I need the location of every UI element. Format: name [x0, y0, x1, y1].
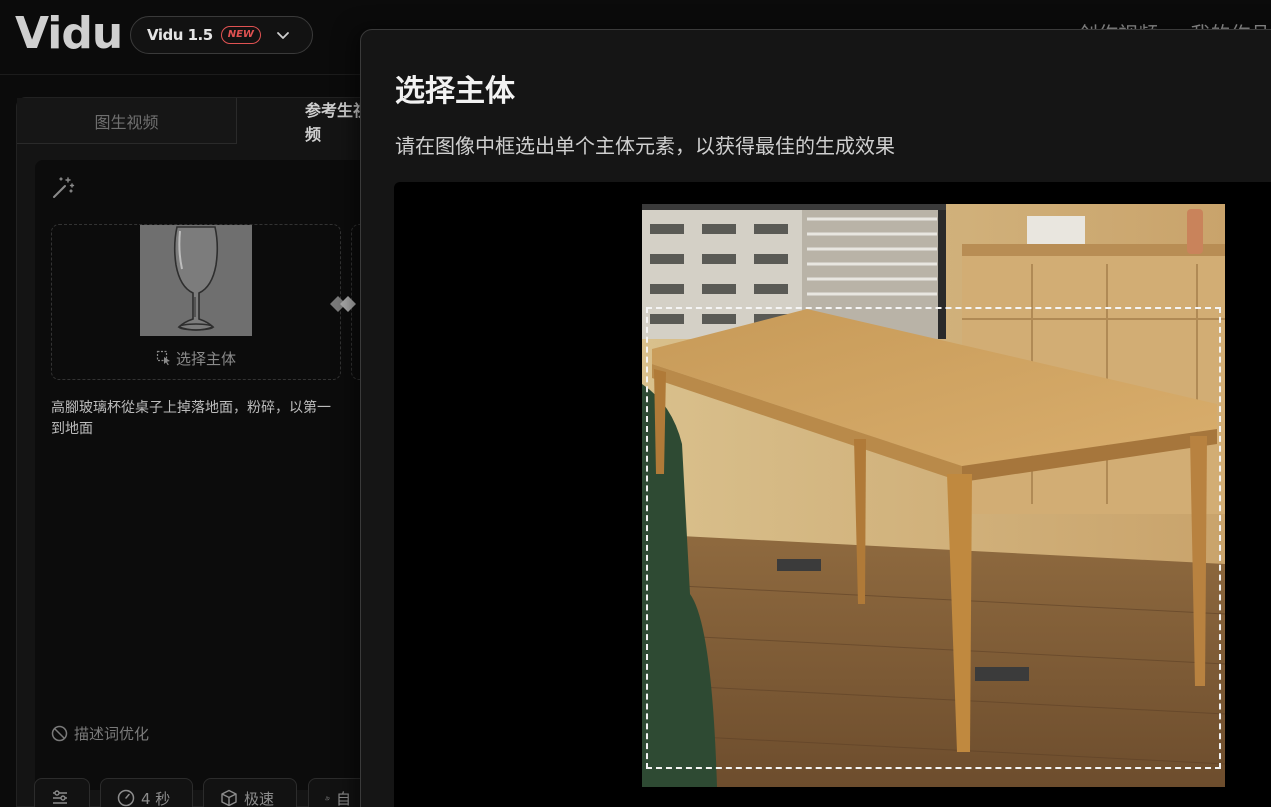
tab-image-to-video[interactable]: 图生视频	[17, 98, 237, 144]
ban-icon	[51, 725, 68, 742]
settings-icon	[53, 790, 67, 804]
style-label: 自	[335, 789, 351, 807]
clock-icon	[117, 789, 135, 807]
select-subject-icon	[156, 350, 170, 366]
prompt-text[interactable]: 高腳玻璃杯從桌子上掉落地面，粉碎，以第一 到地面	[51, 398, 381, 440]
prompt-optimize-label: 描述词优化	[74, 725, 150, 743]
settings-button[interactable]	[34, 778, 90, 807]
generation-panel: 图生视频 参考生视频 选择主体 高腳玻璃杯從桌子上掉落地面，粉碎，以第一 到地面…	[16, 97, 641, 807]
select-subject-button[interactable]: 选择主体	[52, 348, 340, 369]
selection-box[interactable]	[646, 307, 1221, 769]
image-canvas[interactable]	[394, 182, 1271, 807]
duration-button[interactable]: 4 秒	[100, 778, 193, 807]
new-badge: NEW	[220, 26, 261, 44]
select-subject-modal: 选择主体 请在图像中框选出单个主体元素，以获得最佳的生成效果	[360, 29, 1271, 807]
reference-image-slot[interactable]: 选择主体	[51, 224, 341, 380]
style-button[interactable]: 自	[308, 778, 368, 807]
magic-wand-icon[interactable]	[51, 176, 75, 200]
modal-description: 请在图像中框选出单个主体元素，以获得最佳的生成效果	[395, 134, 895, 158]
duration-label: 4 秒	[141, 789, 171, 807]
chevron-down-icon	[277, 32, 289, 39]
wine-glass-thumbnail	[140, 225, 252, 336]
model-selector[interactable]: Vidu 1.5 NEW	[130, 16, 313, 54]
prompt-line-1: 高腳玻璃杯從桌子上掉落地面，粉碎，以第一	[51, 400, 331, 416]
tab-reference-to-video[interactable]: 参考生视频	[237, 98, 377, 144]
speed-label: 极速	[244, 789, 275, 807]
cube-icon	[221, 789, 237, 807]
shapes-icon	[325, 796, 330, 801]
select-subject-label: 选择主体	[175, 350, 236, 368]
model-name: Vidu 1.5	[147, 26, 213, 44]
modal-title: 选择主体	[395, 74, 515, 109]
diamond-connector-icon	[330, 296, 356, 312]
reference-editor: 选择主体 高腳玻璃杯從桌子上掉落地面，粉碎，以第一 到地面 描述词优化	[35, 160, 641, 790]
vidu-logo[interactable]: Vidu	[15, 8, 123, 59]
speed-button[interactable]: 极速	[203, 778, 297, 807]
prompt-optimize-toggle[interactable]: 描述词优化	[51, 723, 149, 744]
prompt-line-2: 到地面	[51, 421, 93, 437]
